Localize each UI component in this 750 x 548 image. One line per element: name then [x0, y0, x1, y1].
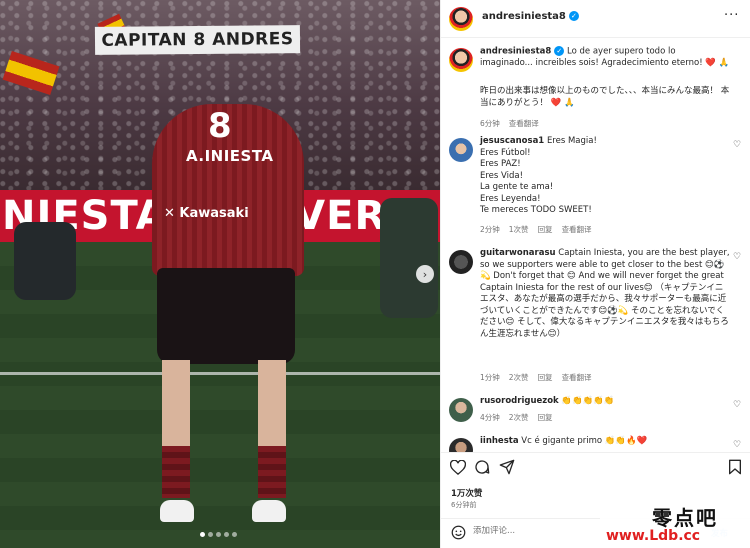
comment-body: Vc é gigante primo 👏👏🔥❤️	[521, 436, 648, 446]
comment-meta: 2分钟 1次赞 回复 查看翻译	[480, 224, 592, 236]
comment-like-heart-icon[interactable]: ♡	[733, 140, 741, 150]
like-heart-icon[interactable]	[449, 458, 467, 476]
caption-username[interactable]: andresiniesta8	[480, 47, 551, 57]
comment-text: iinhesta Vc é gigante primo 👏👏🔥❤️	[480, 436, 730, 448]
comment-username[interactable]: rusorodriguezok	[480, 396, 559, 406]
comment-bubble-icon[interactable]	[473, 458, 491, 476]
comment-line: La gente te ama!	[480, 182, 554, 192]
captain-banner: CAPITAN 8 ANDRES	[94, 25, 301, 55]
comment-likes[interactable]: 2次赞	[509, 412, 529, 424]
comment-likes[interactable]: 1次赞	[509, 224, 529, 236]
carousel-next-button[interactable]: ›	[416, 265, 434, 283]
username-text[interactable]: andresiniesta8	[482, 11, 566, 22]
comment-avatar[interactable]	[449, 250, 473, 274]
post-actions-bar	[441, 458, 750, 482]
comment-text: guitarwonarasu Captain Iniesta, you are …	[480, 248, 730, 340]
caption-avatar[interactable]	[449, 48, 473, 72]
jersey-name: A.INIESTA	[186, 147, 274, 165]
photographer-right	[380, 198, 438, 318]
verified-badge-icon: ✓	[554, 46, 565, 56]
comment-username[interactable]: iinhesta	[480, 436, 519, 446]
author-username[interactable]: andresiniesta8 ✓	[482, 11, 579, 22]
share-send-icon[interactable]	[498, 458, 516, 476]
comment-reply-link[interactable]: 回复	[538, 412, 553, 424]
carousel-dot	[208, 532, 213, 537]
watermark-chinese-text: 零点吧	[652, 506, 718, 530]
jersey-sponsor: ✕ Kawasaki	[164, 206, 249, 221]
post-time[interactable]: 6分钟前	[451, 500, 476, 510]
player-boot-left	[160, 500, 194, 522]
comment-time: 4分钟	[480, 413, 500, 422]
carousel-dot	[216, 532, 221, 537]
comment-text: jesuscanosa1 Eres Magia! Eres Fútbol! Er…	[480, 136, 730, 217]
jersey-number: 8	[208, 106, 232, 146]
comment-meta: 1分钟 2次赞 回复 查看翻译	[480, 372, 592, 384]
carousel-dot	[200, 532, 205, 537]
carousel-dots	[200, 532, 237, 537]
post-photo[interactable]: CAPITAN 8 ANDRES NIESTA KOB VER 8 A.INIE…	[0, 0, 440, 548]
player-leg-right	[258, 360, 286, 450]
player-boot-right	[252, 500, 286, 522]
comment-avatar[interactable]	[449, 398, 473, 422]
emoji-icon[interactable]	[451, 525, 466, 544]
more-options-icon[interactable]: ···	[724, 8, 739, 23]
photographer-left	[14, 222, 76, 300]
comment-reply-link[interactable]: 回复	[538, 372, 553, 384]
likes-count[interactable]: 1万次赞	[451, 487, 482, 499]
comment-translate-link[interactable]: 查看翻译	[562, 224, 592, 236]
comment-meta: 4分钟 2次赞 回复	[480, 412, 553, 424]
comment-reply-link[interactable]: 回复	[538, 224, 553, 236]
comment-avatar[interactable]	[449, 438, 473, 452]
caption-translate-link[interactable]: 查看翻译	[509, 118, 539, 130]
comment-likes[interactable]: 2次赞	[509, 372, 529, 384]
comment-username[interactable]: guitarwonarasu	[480, 248, 556, 258]
player-leg-left	[162, 360, 190, 450]
comment-time: 1分钟	[480, 373, 500, 382]
comment-body: Captain Iniesta, you are the best player…	[480, 248, 730, 339]
comment-username[interactable]: jesuscanosa1	[480, 136, 544, 146]
player-shorts	[157, 268, 295, 364]
save-bookmark-icon[interactable]	[726, 458, 744, 476]
comment-line: Eres Magia!	[546, 136, 597, 146]
comment-line: Te mereces TODO SWEET!	[480, 205, 592, 215]
comment-like-heart-icon[interactable]: ♡	[733, 252, 741, 262]
comment-text: rusorodriguezok 👏👏👏👏👏	[480, 396, 730, 408]
caption-text: andresiniesta8 ✓ Lo de ayer supero todo l…	[480, 46, 730, 70]
watermark-url: www.Ldb.cc	[606, 528, 701, 544]
comment-line: Eres Leyenda!	[480, 193, 541, 204]
comment-line: Eres Vida!	[480, 170, 524, 181]
carousel-dot	[232, 532, 237, 537]
player-sock-right	[258, 446, 286, 498]
comment-time: 2分钟	[480, 225, 500, 234]
caption-text-ja: 昨日の出来事は想像以上のものでした、、、本当にみんな最高！ 本当にありがとう！ …	[480, 86, 730, 108]
comment-line: Eres Fútbol!	[480, 147, 531, 158]
caption-meta: 6分钟 查看翻译	[480, 118, 539, 130]
carousel-dot	[224, 532, 229, 537]
comment-avatar[interactable]	[449, 138, 473, 162]
comment-body: 👏👏👏👏👏	[561, 396, 615, 406]
comment-like-heart-icon[interactable]: ♡	[733, 440, 741, 450]
comment-line: Eres PAZ!	[480, 159, 521, 169]
comment-like-heart-icon[interactable]: ♡	[733, 400, 741, 410]
comment-translate-link[interactable]: 查看翻译	[562, 372, 592, 384]
pitch-line	[0, 372, 440, 375]
comments-list[interactable]: andresiniesta8 ✓ Lo de ayer supero todo l…	[441, 40, 750, 452]
player-sock-left	[162, 446, 190, 498]
header-divider	[441, 37, 750, 38]
actions-divider	[441, 452, 750, 453]
verified-badge-icon: ✓	[568, 11, 579, 21]
author-avatar[interactable]	[449, 7, 473, 31]
caption-time: 6分钟	[480, 119, 500, 128]
